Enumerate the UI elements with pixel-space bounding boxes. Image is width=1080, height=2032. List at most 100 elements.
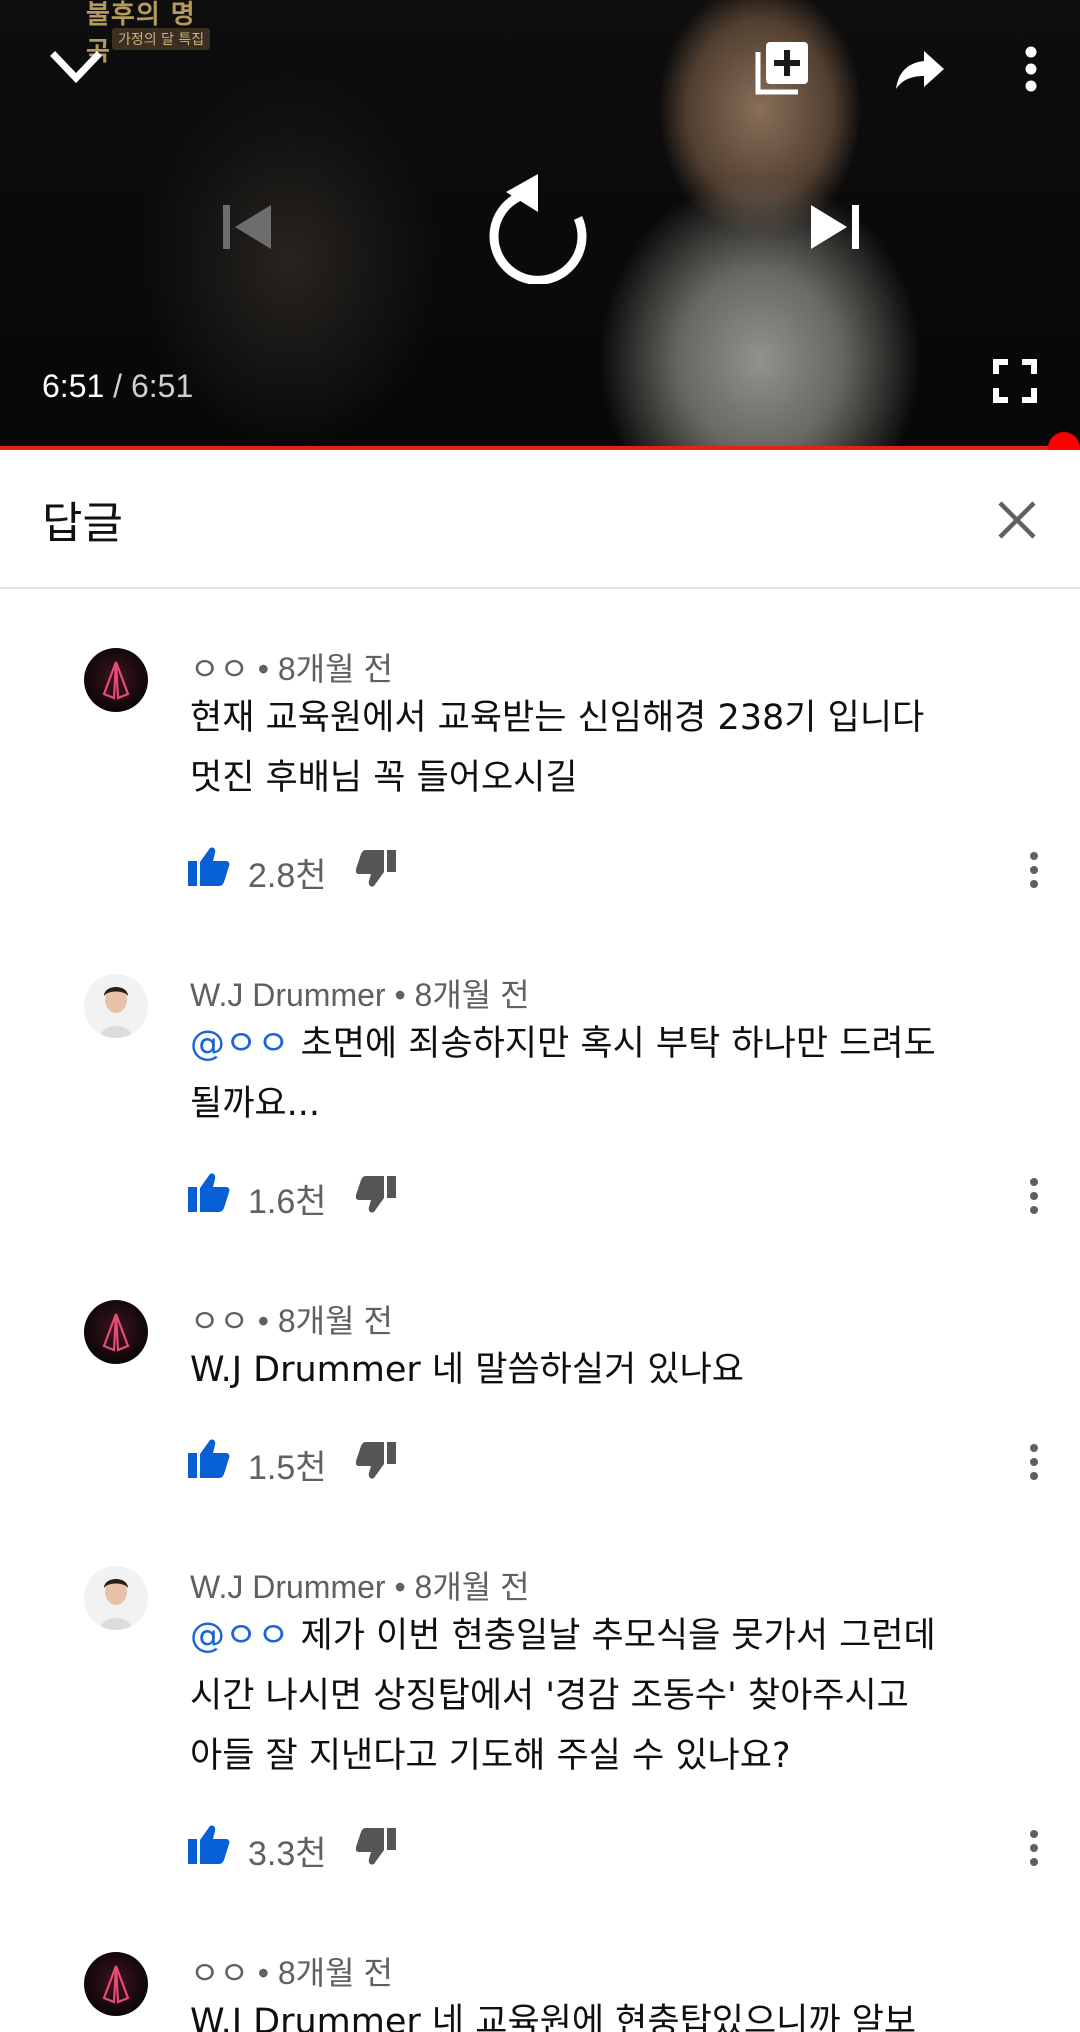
comment-age: 8개월 전 [277,1955,393,1991]
add-to-queue-icon [755,42,808,95]
video-player[interactable]: 불후의 명곡 가정의 달 특집 6:51 / 6:51 [0,0,1080,450]
dislike-button[interactable] [355,850,400,894]
comment-text-segment: 제가 이번 현충일날 추모식을 못가서 그런데 [289,1616,936,1656]
like-count: 2.8천 [248,857,327,895]
more-vert-icon [1030,1830,1038,1866]
comment-meta: W.J Drummer • 8개월 전 [190,1562,530,1608]
meta-separator: • [394,1569,406,1605]
thumbs-down-icon [355,1176,396,1213]
comment-text-line: W.J Drummer 네 교육원에 현충탑있으니까 알보 [190,2002,917,2032]
comment-age: 8개월 전 [277,651,393,687]
more-vert-icon [1025,46,1037,92]
next-video-button[interactable] [800,195,870,259]
player-more-button[interactable] [1010,36,1052,102]
comment-author[interactable]: ㅇㅇ [190,1303,249,1339]
like-button[interactable] [188,1824,234,1868]
share-button[interactable] [880,40,960,100]
like-button[interactable] [188,1438,234,1482]
thumbs-up-icon [188,1825,230,1864]
praying-hands-avatar-icon [102,1313,130,1352]
close-replies-button[interactable] [990,493,1044,547]
comment-text: W.J Drummer 네 교육원에 현충탑있으니까 알보 [190,1992,1040,2032]
chevron-down-icon [50,51,102,84]
fullscreen-button[interactable] [990,356,1040,406]
comment-actions: 3.3천 [188,1820,1048,1876]
time-separator: / [113,368,123,404]
comment-menu-button[interactable] [1022,1820,1046,1876]
avatar[interactable] [84,974,148,1038]
comment-menu-button[interactable] [1022,842,1046,898]
comment-menu-button[interactable] [1022,1168,1046,1224]
close-icon [998,501,1036,539]
thumbs-down-icon [355,1442,396,1479]
comment-meta: ㅇㅇ • 8개월 전 [190,1948,393,1994]
progress-bar-fill [0,446,1080,450]
time-display: 6:51 / 6:51 [42,368,193,405]
comment-text-line: 멋진 후배님 꼭 들어오시길 [190,758,578,798]
comment-text-line: @ㅇㅇ 제가 이번 현충일날 추모식을 못가서 그런데 [190,1606,1040,1666]
reply-comment: ㅇㅇ • 8개월 전 W.J Drummer 네 교육원에 현충탑있으니까 알보 [0,1948,1080,2032]
comment-author[interactable]: W.J Drummer [190,977,386,1013]
skip-previous-icon [223,205,271,249]
thumbs-up-icon [188,847,230,886]
comment-author[interactable]: ㅇㅇ [190,651,249,687]
replay-button[interactable] [480,160,600,290]
dislike-button[interactable] [355,1442,400,1486]
skip-next-icon [811,205,859,249]
meta-separator: • [257,651,269,687]
like-button[interactable] [188,846,234,890]
dislike-button[interactable] [355,1828,400,1872]
avatar[interactable] [84,1566,148,1630]
comment-text-line: 아들 잘 지낸다고 기도해 주실 수 있나요? [190,1736,791,1776]
comment-age: 8개월 전 [277,1303,393,1339]
comment-text-line: 현재 교육원에서 교육받는 신임해경 238기 입니다 [190,698,925,738]
like-count: 1.6천 [248,1183,327,1221]
avatar[interactable] [84,1300,148,1364]
like-count: 1.5천 [248,1449,327,1487]
comment-text-line: W.J Drummer 네 말씀하실거 있나요 [190,1350,744,1390]
comment-meta: ㅇㅇ • 8개월 전 [190,644,393,690]
comment-menu-button[interactable] [1022,1434,1046,1490]
video-duration: 6:51 [130,368,194,404]
comment-actions: 1.6천 [188,1168,1048,1224]
person-avatar-icon [100,987,132,1038]
thumbs-up-icon [188,1173,230,1212]
like-button[interactable] [188,1172,234,1216]
praying-hands-avatar-icon [102,1965,130,2004]
comment-text: W.J Drummer 네 말씀하실거 있나요 [190,1340,1040,1400]
meta-separator: • [394,977,406,1013]
comment-text-line: 시간 나시면 상징탑에서 '경감 조동수' 찾아주시고 [190,1676,909,1716]
praying-hands-avatar-icon [102,661,130,700]
comment-age: 8개월 전 [414,1569,530,1605]
mention-link[interactable]: @ㅇㅇ [190,1024,289,1064]
replies-header: 답글 [0,451,1080,589]
dislike-button[interactable] [355,1176,400,1220]
comment-text-line: 될까요... [190,1084,320,1124]
more-vert-icon [1030,1178,1038,1214]
show-logo-tag: 가정의 달 특집 [112,28,211,50]
collapse-player-button[interactable] [40,40,112,96]
current-time: 6:51 [42,368,105,404]
comment-age: 8개월 전 [414,977,530,1013]
comment-actions: 2.8천 [188,842,1048,898]
mention-link[interactable]: @ㅇㅇ [190,1616,289,1656]
comment-text-line: @ㅇㅇ 초면에 죄송하지만 혹시 부탁 하나만 드려도 [190,1014,1040,1074]
previous-video-button[interactable] [212,195,282,259]
more-vert-icon [1030,852,1038,888]
comment-text: @ㅇㅇ 초면에 죄송하지만 혹시 부탁 하나만 드려도 될까요... [190,1014,1040,1134]
replies-title: 답글 [42,498,123,549]
avatar[interactable] [84,648,148,712]
add-to-queue-button[interactable] [746,36,818,100]
thumbs-down-icon [355,1828,396,1865]
comment-meta: W.J Drummer • 8개월 전 [190,970,530,1016]
meta-separator: • [257,1303,269,1339]
progress-bar[interactable] [0,432,1080,450]
comment-author[interactable]: ㅇㅇ [190,1955,249,1991]
comment-text-segment: 초면에 죄송하지만 혹시 부탁 하나만 드려도 [289,1024,936,1064]
comment-author[interactable]: W.J Drummer [190,1569,386,1605]
thumbs-up-icon [188,1439,230,1478]
thumbs-down-icon [355,850,396,887]
comment-meta: ㅇㅇ • 8개월 전 [190,1296,393,1342]
avatar[interactable] [84,1952,148,2016]
comment-text: @ㅇㅇ 제가 이번 현충일날 추모식을 못가서 그런데 시간 나시면 상징탑에서… [190,1606,1040,1786]
